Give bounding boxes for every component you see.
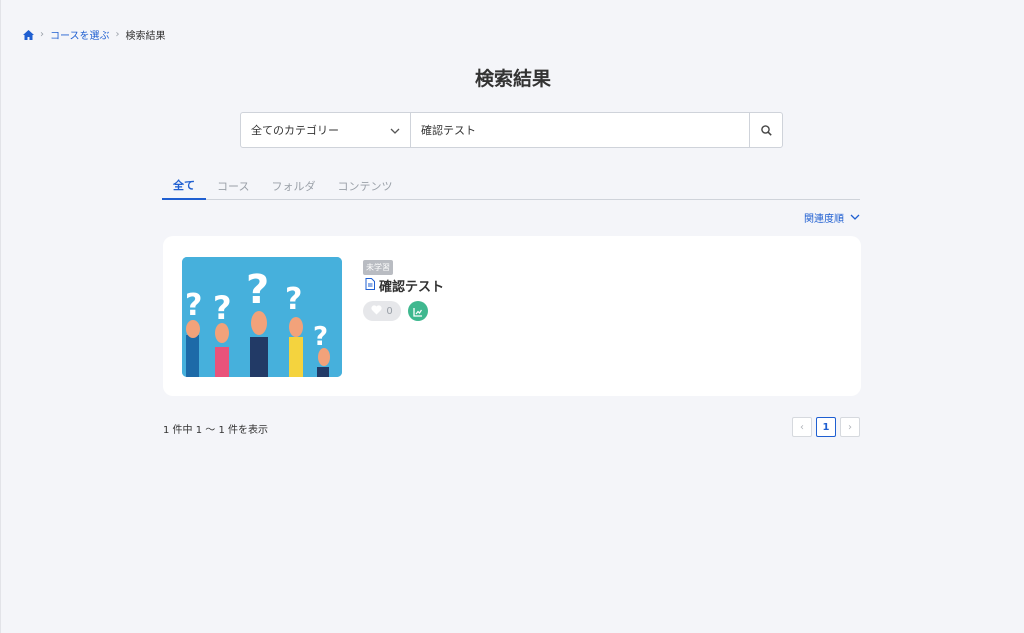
category-select-value: 全てのカテゴリー — [251, 124, 339, 137]
pagination: ‹ 1 › — [792, 417, 860, 437]
search-bar: 全てのカテゴリー — [240, 112, 783, 148]
next-page-button[interactable]: › — [840, 417, 860, 437]
sort-dropdown[interactable]: 関連度順 — [804, 210, 860, 225]
svg-text:?: ? — [313, 322, 328, 352]
chevron-right-icon: › — [115, 29, 120, 40]
prev-page-button[interactable]: ‹ — [792, 417, 812, 437]
like-button[interactable]: 0 — [363, 301, 401, 321]
result-count: 1 件中 1 ～ 1 件を表示 — [163, 425, 268, 436]
result-title-link[interactable]: 確認テスト — [365, 276, 444, 295]
search-button[interactable] — [749, 113, 782, 147]
page-button-1[interactable]: 1 — [816, 417, 836, 437]
tab-contents[interactable]: コンテンツ — [326, 172, 403, 200]
home-icon[interactable] — [23, 29, 34, 40]
result-tabs: 全て コース フォルダ コンテンツ — [162, 172, 860, 200]
breadcrumb-link-course-select[interactable]: コースを選ぶ — [50, 27, 110, 42]
page-title: 検索結果 — [474, 68, 551, 90]
category-select[interactable]: 全てのカテゴリー — [241, 113, 411, 147]
result-thumbnail[interactable]: ? ? ? ? ? — [182, 257, 342, 377]
breadcrumb: › コースを選ぶ › 検索結果 — [23, 27, 166, 42]
stats-button[interactable] — [408, 301, 428, 321]
sort-label: 関連度順 — [804, 214, 844, 225]
svg-text:?: ? — [285, 282, 302, 317]
tab-folder[interactable]: フォルダ — [260, 172, 326, 200]
tab-all[interactable]: 全て — [162, 172, 206, 200]
heart-icon — [371, 304, 382, 318]
search-input[interactable] — [411, 113, 749, 147]
tab-course[interactable]: コース — [206, 172, 260, 200]
document-icon — [365, 277, 375, 294]
chevron-down-icon — [390, 124, 400, 137]
svg-text:?: ? — [213, 289, 232, 327]
breadcrumb-current: 検索結果 — [125, 31, 166, 42]
search-icon — [760, 121, 772, 140]
svg-text:?: ? — [246, 267, 269, 313]
result-card[interactable]: ? ? ? ? ? 未学習 確認テスト 0 — [163, 236, 861, 396]
chevron-down-icon — [850, 212, 860, 223]
chevron-right-icon: › — [40, 29, 44, 40]
chart-icon — [413, 302, 423, 321]
question-marks-hands-illustration: ? ? ? ? ? — [182, 257, 342, 377]
like-count: 0 — [386, 305, 393, 317]
result-title: 確認テスト — [379, 280, 445, 295]
svg-text:?: ? — [185, 288, 202, 323]
status-badge: 未学習 — [363, 260, 393, 275]
